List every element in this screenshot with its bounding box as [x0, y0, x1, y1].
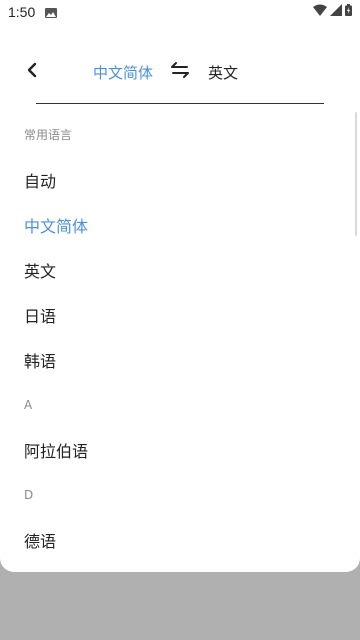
list-item[interactable]: 英文: [0, 247, 360, 292]
language-picker-sheet: 1:50 中文简体 英文 常用语言 自动 中文简体 英文 日语 韩语 A 阿拉伯…: [0, 0, 360, 572]
swap-languages-button[interactable]: [168, 60, 192, 84]
section-header-common: 常用语言: [24, 128, 73, 142]
language-list: 常用语言 自动 中文简体 英文 日语 韩语 A 阿拉伯语 D 德语: [0, 112, 360, 562]
status-bar: 1:50: [0, 0, 360, 24]
back-button[interactable]: [18, 58, 46, 86]
list-item[interactable]: 阿拉伯语: [0, 427, 360, 472]
wifi-icon: [313, 4, 327, 20]
swap-arrows-icon: [170, 61, 190, 83]
battery-icon: [345, 4, 352, 20]
signal-icon: [330, 4, 342, 20]
status-time: 1:50: [8, 4, 36, 20]
source-language-tab[interactable]: 中文简体: [93, 62, 153, 83]
section-header-d: D: [24, 487, 34, 502]
target-language-tab[interactable]: 英文: [208, 62, 238, 83]
list-item[interactable]: 韩语: [0, 337, 360, 382]
list-item[interactable]: 德语: [0, 517, 360, 562]
list-item[interactable]: 自动: [0, 157, 360, 202]
status-icons: [313, 4, 352, 20]
header: 中文简体 英文: [0, 48, 360, 96]
image-icon: [45, 7, 58, 18]
section-header-a: A: [24, 397, 33, 412]
chevron-left-icon: [25, 62, 39, 82]
list-item[interactable]: 日语: [0, 292, 360, 337]
tab-divider: [36, 103, 324, 104]
list-item-selected[interactable]: 中文简体: [0, 202, 360, 247]
